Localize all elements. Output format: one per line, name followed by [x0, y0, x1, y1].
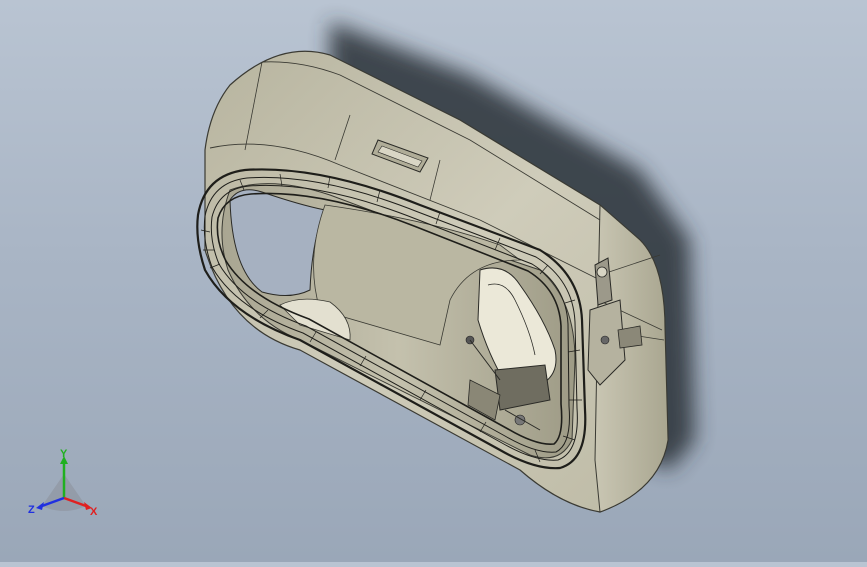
- x-axis-label: X: [90, 506, 98, 518]
- graphics-viewport[interactable]: [0, 0, 867, 562]
- orientation-triad: Y X Z: [22, 448, 106, 524]
- z-axis-label: Z: [28, 504, 35, 516]
- y-axis-label: Y: [60, 448, 68, 460]
- z-axis-arrow: [36, 502, 44, 510]
- model-view[interactable]: [0, 0, 867, 562]
